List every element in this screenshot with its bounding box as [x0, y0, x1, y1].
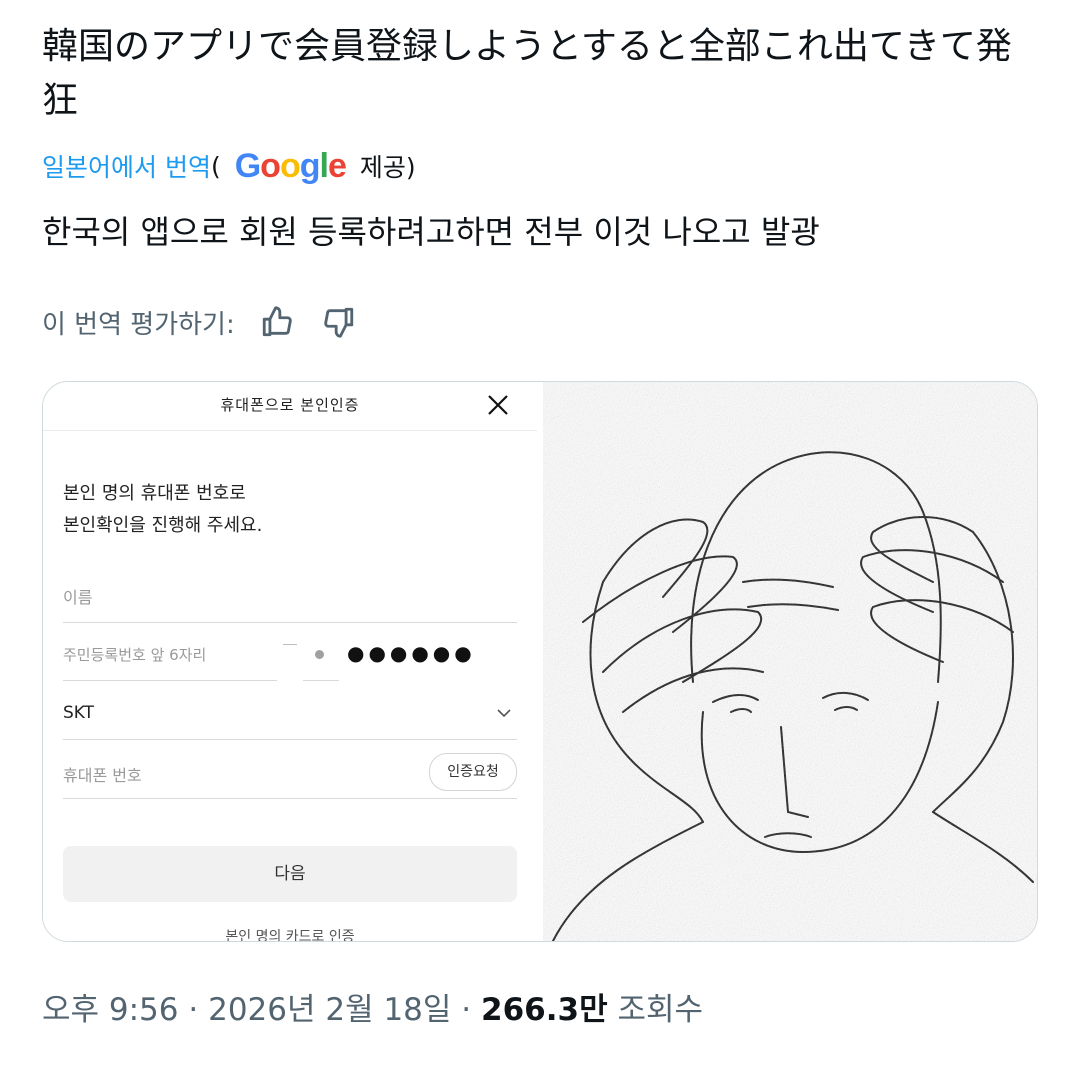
ssn-front-underline	[63, 680, 277, 681]
bald-man-holding-head-illustration	[543, 382, 1037, 941]
phone-number-field[interactable]: 휴대폰 번호	[63, 762, 142, 786]
views-label: 조회수	[617, 992, 704, 1028]
ssn-masked-digits: ●●●●●●	[347, 641, 476, 665]
thumbs-down-button[interactable]	[319, 302, 359, 342]
ssn-front-field[interactable]: 주민등록번호 앞 6자리	[63, 644, 206, 665]
next-button[interactable]: 다음	[63, 846, 517, 902]
tweet-time[interactable]: 오후 9:56	[42, 992, 179, 1028]
ssn-dash	[283, 644, 297, 645]
translated-from-link[interactable]: 일본어에서 번역	[42, 148, 211, 184]
tweet-date[interactable]: 2026년 2월 18일	[208, 992, 451, 1028]
chevron-down-icon[interactable]	[495, 704, 513, 722]
carrier-select[interactable]: SKT	[63, 703, 94, 723]
instruction-line-1: 본인 명의 휴대폰 번호로	[63, 483, 246, 504]
separator-dot: ·	[461, 992, 472, 1028]
name-field-underline	[63, 622, 517, 623]
ssn-back-first-digit[interactable]	[315, 650, 324, 659]
thumbs-up-icon	[262, 306, 292, 337]
rate-translation: 이 번역 평가하기:	[42, 300, 359, 344]
modal-title: 휴대폰으로 본인인증	[220, 396, 360, 414]
instruction-line-2: 본인확인을 진행해 주세요.	[63, 515, 263, 536]
thumbs-down-icon	[323, 307, 353, 338]
card-auth-link[interactable]: 본인 명의 카드로 인증	[43, 926, 537, 941]
instruction-text: 본인 명의 휴대폰 번호로 본인확인을 진행해 주세요.	[63, 478, 262, 542]
tweet-meta: 오후 9:56 · 2026년 2월 18일 · 266.3만 조회수	[42, 988, 703, 1032]
thumbs-up-button[interactable]	[257, 302, 297, 342]
provided-label: 제공)	[359, 153, 416, 182]
translation-attribution: 일본어에서 번역 ( Google 제공)	[42, 146, 416, 186]
verify-request-button[interactable]: 인증요청	[429, 753, 517, 791]
paren-open: (	[210, 151, 221, 181]
tweet-text: 韓国のアプリで会員登録しようとすると全部これ出てきて発狂	[42, 26, 1012, 121]
phone-underline	[63, 798, 517, 799]
ssn-back-underline	[303, 680, 339, 681]
google-logo: Google	[234, 146, 347, 185]
translated-text: 한국의 앱으로 회원 등록하려고하면 전부 이것 나오고 발광	[42, 213, 820, 251]
name-field[interactable]: 이름	[63, 584, 92, 608]
verification-screen: 휴대폰으로 본인인증 본인 명의 휴대폰 번호로 본인확인을 진행해 주세요. …	[43, 382, 537, 941]
modal-header: 휴대폰으로 본인인증	[43, 382, 537, 431]
separator-dot: ·	[188, 992, 199, 1028]
carrier-underline	[63, 739, 517, 740]
views-count[interactable]: 266.3만	[481, 992, 608, 1028]
close-icon[interactable]	[483, 390, 513, 420]
media-image[interactable]: 휴대폰으로 본인인증 본인 명의 휴대폰 번호로 본인확인을 진행해 주세요. …	[42, 381, 1038, 942]
rate-label: 이 번역 평가하기:	[42, 309, 235, 340]
